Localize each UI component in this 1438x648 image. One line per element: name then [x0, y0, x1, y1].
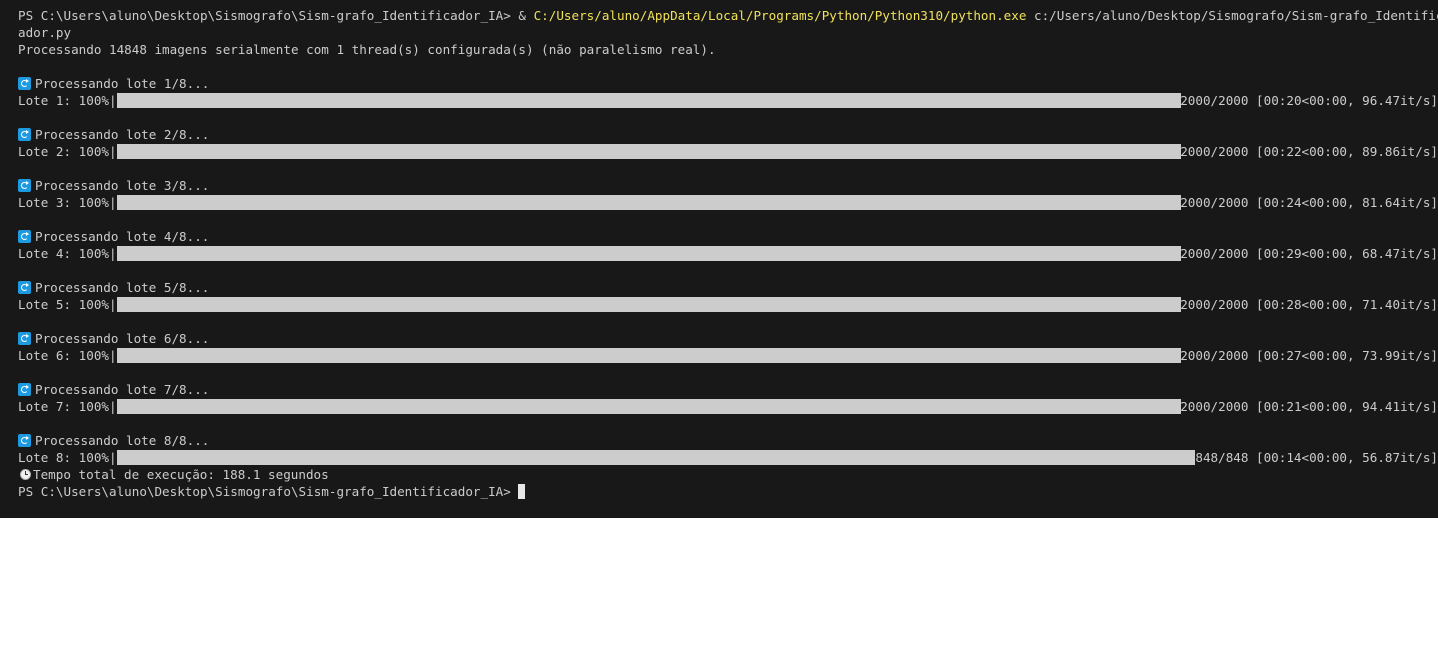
progress-bar — [116, 347, 1181, 364]
command-line: PS C:\Users\aluno\Desktop\Sismografo\Sis… — [18, 7, 1438, 24]
progress-bar-fill — [116, 399, 1181, 414]
progress-stats: 2000/2000 [00:21<00:00, 94.41it/s] — [1172, 399, 1438, 414]
progress-label: Lote 5: 100% — [18, 297, 109, 312]
batch-header-text: Processando lote 5/8... — [35, 280, 210, 295]
refresh-icon — [18, 77, 31, 90]
progress-bar-left-edge: | — [109, 399, 117, 414]
progress-label: Lote 1: 100% — [18, 93, 109, 108]
refresh-icon — [18, 179, 31, 192]
progress-label: Lote 7: 100% — [18, 399, 109, 414]
progress-bar-fill — [116, 348, 1181, 363]
progress-bar-fill — [116, 450, 1195, 465]
batch-header: Processando lote 7/8... — [18, 381, 1438, 398]
progress-label: Lote 8: 100% — [18, 450, 109, 465]
info-line: Processando 14848 imagens serialmente co… — [18, 42, 716, 57]
refresh-icon — [18, 383, 31, 396]
batch-header-text: Processando lote 8/8... — [35, 433, 210, 448]
progress-row: Lote 2: 100%|| 2000/2000 [00:22<00:00, 8… — [18, 143, 1438, 160]
command-operator: & — [518, 8, 534, 23]
batch-header: Processando lote 5/8... — [18, 279, 1438, 296]
script-path-part1: c:/Users/aluno/Desktop/Sismografo/Sism-g… — [1034, 8, 1438, 23]
batch-header-text: Processando lote 3/8... — [35, 178, 210, 193]
progress-bar-fill — [116, 246, 1181, 261]
stopwatch-icon — [20, 469, 31, 480]
prompt: PS C:\Users\aluno\Desktop\Sismografo\Sis… — [18, 8, 519, 23]
progress-bar-fill — [116, 195, 1181, 210]
progress-bar — [116, 398, 1181, 415]
progress-stats: 2000/2000 [00:29<00:00, 68.47it/s] — [1172, 246, 1438, 261]
python-exe-path: C:/Users/aluno/AppData/Local/Programs/Py… — [533, 8, 1027, 23]
progress-bar — [116, 245, 1181, 262]
batch-header: Processando lote 8/8... — [18, 432, 1438, 449]
refresh-icon — [18, 230, 31, 243]
final-prompt-line: PS C:\Users\aluno\Desktop\Sismografo\Sis… — [18, 483, 1438, 500]
progress-bar — [116, 92, 1181, 109]
progress-bar-fill — [116, 297, 1181, 312]
command-line-wrap: ador.py — [18, 24, 1438, 41]
progress-row: Lote 6: 100%|| 2000/2000 [00:27<00:00, 7… — [18, 347, 1438, 364]
final-prompt: PS C:\Users\aluno\Desktop\Sismografo\Sis… — [18, 484, 519, 499]
total-time-text: Tempo total de execução: 188.1 segundos — [33, 467, 329, 482]
progress-row: Lote 1: 100%|| 2000/2000 [00:20<00:00, 9… — [18, 92, 1438, 109]
progress-bar — [116, 296, 1181, 313]
progress-bar-fill — [116, 144, 1181, 159]
progress-row: Lote 7: 100%|| 2000/2000 [00:21<00:00, 9… — [18, 398, 1438, 415]
progress-label: Lote 6: 100% — [18, 348, 109, 363]
progress-bar-left-edge: | — [109, 297, 117, 312]
refresh-icon — [18, 332, 31, 345]
progress-bar-left-edge: | — [109, 93, 117, 108]
batch-header: Processando lote 6/8... — [18, 330, 1438, 347]
progress-row: Lote 4: 100%|| 2000/2000 [00:29<00:00, 6… — [18, 245, 1438, 262]
batch-header: Processando lote 1/8... — [18, 75, 1438, 92]
batch-header-text: Processando lote 7/8... — [35, 382, 210, 397]
refresh-icon — [18, 281, 31, 294]
progress-stats: 848/848 [00:14<00:00, 56.87it/s] — [1187, 450, 1438, 465]
refresh-icon — [18, 128, 31, 141]
progress-bar-left-edge: | — [109, 246, 117, 261]
progress-bar — [116, 194, 1181, 211]
progress-stats: 2000/2000 [00:22<00:00, 89.86it/s] — [1172, 144, 1438, 159]
script-path-part2: ador.py — [18, 25, 72, 40]
batch-header: Processando lote 2/8... — [18, 126, 1438, 143]
progress-row: Lote 3: 100%|| 2000/2000 [00:24<00:00, 8… — [18, 194, 1438, 211]
progress-label: Lote 3: 100% — [18, 195, 109, 210]
progress-label: Lote 4: 100% — [18, 246, 109, 261]
progress-row: Lote 8: 100%|| 848/848 [00:14<00:00, 56.… — [18, 449, 1438, 466]
progress-stats: 2000/2000 [00:27<00:00, 73.99it/s] — [1172, 348, 1438, 363]
batch-header-text: Processando lote 2/8... — [35, 127, 210, 142]
progress-stats: 2000/2000 [00:28<00:00, 71.40it/s] — [1172, 297, 1438, 312]
progress-bar-fill — [116, 93, 1181, 108]
progress-row: Lote 5: 100%|| 2000/2000 [00:28<00:00, 7… — [18, 296, 1438, 313]
text-cursor — [518, 484, 526, 499]
progress-label: Lote 2: 100% — [18, 144, 109, 159]
progress-bar-left-edge: | — [109, 144, 117, 159]
progress-stats: 2000/2000 [00:24<00:00, 81.64it/s] — [1172, 195, 1438, 210]
progress-bar — [116, 449, 1195, 466]
batch-header: Processando lote 4/8... — [18, 228, 1438, 245]
total-time-line: Tempo total de execução: 188.1 segundos — [18, 466, 1438, 483]
progress-bar-left-edge: | — [109, 195, 117, 210]
terminal-window[interactable]: PS C:\Users\aluno\Desktop\Sismografo\Sis… — [0, 0, 1438, 518]
batch-header: Processando lote 3/8... — [18, 177, 1438, 194]
progress-bar — [116, 143, 1181, 160]
batch-list: Processando lote 1/8...Lote 1: 100%|| 20… — [18, 75, 1438, 466]
progress-bar-left-edge: | — [109, 348, 117, 363]
batch-header-text: Processando lote 6/8... — [35, 331, 210, 346]
batch-header-text: Processando lote 4/8... — [35, 229, 210, 244]
refresh-icon — [18, 434, 31, 447]
progress-stats: 2000/2000 [00:20<00:00, 96.47it/s] — [1172, 93, 1438, 108]
batch-header-text: Processando lote 1/8... — [35, 76, 210, 91]
progress-bar-left-edge: | — [109, 450, 117, 465]
